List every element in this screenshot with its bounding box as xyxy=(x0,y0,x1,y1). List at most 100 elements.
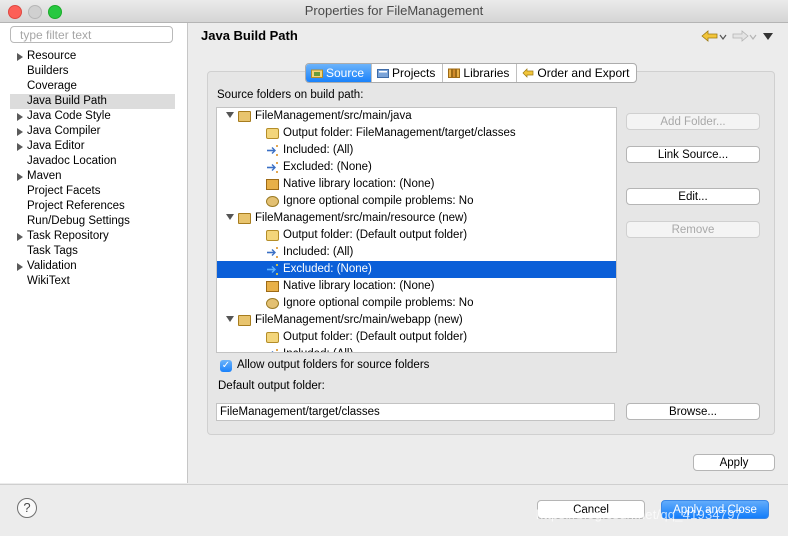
tree-row[interactable]: Native library location: (None) xyxy=(217,176,616,193)
sidebar-item-label: Java Compiler xyxy=(27,125,101,137)
sidebar-item[interactable]: Java Build Path xyxy=(10,94,175,109)
tree-row-label: FileManagement/src/main/resource (new) xyxy=(255,212,468,224)
ignore-problems-icon xyxy=(266,196,279,207)
tree-row[interactable]: Included: (All) xyxy=(217,142,616,159)
native-library-icon xyxy=(266,281,279,292)
apply-button[interactable]: Apply xyxy=(693,454,775,471)
cancel-button[interactable]: Cancel xyxy=(537,500,645,519)
tree-row[interactable]: Ignore optional compile problems: No xyxy=(217,295,616,312)
source-folders-label: Source folders on build path: xyxy=(217,89,364,101)
chevron-down-icon[interactable] xyxy=(719,34,727,40)
expand-arrow-icon[interactable] xyxy=(17,173,23,181)
sidebar-item[interactable]: Java Code Style xyxy=(10,109,175,124)
package-folder-icon xyxy=(238,213,251,224)
tree-row[interactable]: Included: (All) xyxy=(217,244,616,261)
sidebar-item-label: Validation xyxy=(27,260,77,272)
tree-row[interactable]: Output folder: (Default output folder) xyxy=(217,227,616,244)
filter-input[interactable]: type filter text xyxy=(10,26,173,43)
footer-divider xyxy=(0,484,788,485)
tree-row-label: Output folder: (Default output folder) xyxy=(283,229,468,241)
sidebar-item[interactable]: Task Repository xyxy=(10,229,175,244)
libraries-icon xyxy=(448,68,461,78)
tree-row-label: Ignore optional compile problems: No xyxy=(283,297,474,309)
source-folder-icon xyxy=(311,69,323,78)
tree-row-label: Native library location: (None) xyxy=(283,280,435,292)
tree-row[interactable]: FileManagement/src/main/resource (new) xyxy=(217,210,616,227)
expand-arrow-icon[interactable] xyxy=(17,53,23,61)
tree-row-label: Native library location: (None) xyxy=(283,178,435,190)
default-output-field[interactable]: FileManagement/target/classes xyxy=(216,403,615,421)
native-library-icon xyxy=(266,179,279,190)
tab-order-export[interactable]: Order and Export xyxy=(517,64,636,82)
sidebar-item-label: Project Facets xyxy=(27,185,101,197)
sidebar-item-label: WikiText xyxy=(27,275,70,287)
sidebar-item[interactable]: WikiText xyxy=(10,274,175,289)
sidebar-item[interactable]: Validation xyxy=(10,259,175,274)
tree-row[interactable]: Excluded: (None) xyxy=(217,261,616,278)
link-source-button[interactable]: Link Source... xyxy=(626,146,760,163)
page-title: Java Build Path xyxy=(201,28,298,43)
arrow-right-icon xyxy=(732,30,749,42)
sidebar-item[interactable]: Project References xyxy=(10,199,175,214)
sidebar-item-label: Coverage xyxy=(27,80,77,92)
package-folder-icon xyxy=(238,111,251,122)
expand-arrow-icon[interactable] xyxy=(17,233,23,241)
tree-row-label: Included: (All) xyxy=(283,144,354,156)
tree-row[interactable]: Ignore optional compile problems: No xyxy=(217,193,616,210)
sidebar-item[interactable]: Task Tags xyxy=(10,244,175,259)
sidebar-item[interactable]: Run/Debug Settings xyxy=(10,214,175,229)
browse-button[interactable]: Browse... xyxy=(626,403,760,420)
collapse-arrow-icon[interactable] xyxy=(226,112,234,118)
sidebar-item[interactable]: Resource xyxy=(10,49,175,64)
help-icon[interactable]: ? xyxy=(17,498,37,518)
tree-row-label: FileManagement/src/main/webapp (new) xyxy=(255,314,463,326)
sidebar-item[interactable]: Builders xyxy=(10,64,175,79)
tab-bar: Source Projects Libraries Order and Expo… xyxy=(305,63,638,83)
arrow-left-icon[interactable] xyxy=(701,30,719,42)
tab-label: Projects xyxy=(392,66,436,80)
view-menu-icon[interactable] xyxy=(763,33,774,41)
output-folder-icon xyxy=(266,332,279,343)
tree-row[interactable]: Output folder: FileManagement/target/cla… xyxy=(217,125,616,142)
tree-row-label: FileManagement/src/main/java xyxy=(255,110,412,122)
tab-source[interactable]: Source xyxy=(306,64,373,82)
sidebar-item[interactable]: Java Compiler xyxy=(10,124,175,139)
collapse-arrow-icon[interactable] xyxy=(226,214,234,220)
allow-output-label: Allow output folders for source folders xyxy=(237,359,430,371)
tree-row[interactable]: FileManagement/src/main/webapp (new) xyxy=(217,312,616,329)
inclusion-filter-icon xyxy=(266,145,279,156)
tab-libraries[interactable]: Libraries xyxy=(443,64,518,82)
expand-arrow-icon[interactable] xyxy=(17,128,23,136)
collapse-arrow-icon[interactable] xyxy=(226,316,234,322)
window-title: Properties for FileManagement xyxy=(304,3,484,18)
sidebar-item[interactable]: Coverage xyxy=(10,79,175,94)
tree-row[interactable]: FileManagement/src/main/java xyxy=(217,108,616,125)
tree-row-label: Output folder: (Default output folder) xyxy=(283,331,468,343)
sidebar-item[interactable]: Java Editor xyxy=(10,139,175,154)
remove-button[interactable]: Remove xyxy=(626,221,760,238)
tree-row-label: Excluded: (None) xyxy=(283,161,372,173)
expand-arrow-icon[interactable] xyxy=(17,113,23,121)
allow-output-checkbox[interactable]: ✓ xyxy=(220,360,232,372)
sidebar-item[interactable]: Maven xyxy=(10,169,175,184)
sidebar-item[interactable]: Javadoc Location xyxy=(10,154,175,169)
sidebar-item-label: Task Tags xyxy=(27,245,78,257)
source-folder-tree[interactable]: FileManagement/src/main/java Output folde… xyxy=(216,107,617,353)
projects-icon xyxy=(377,69,390,78)
expand-arrow-icon[interactable] xyxy=(17,143,23,151)
title-bar: Properties for FileManagement xyxy=(0,0,788,23)
add-folder-button[interactable]: Add Folder... xyxy=(626,113,760,130)
sidebar-item[interactable]: Project Facets xyxy=(10,184,175,199)
tree-row-label: Output folder: FileManagement/target/cla… xyxy=(283,127,516,139)
tree-row[interactable]: Native library location: (None) xyxy=(217,278,616,295)
tree-row[interactable]: Excluded: (None) xyxy=(217,159,616,176)
tree-row[interactable]: Included: (All) xyxy=(217,346,616,352)
tab-projects[interactable]: Projects xyxy=(372,64,444,82)
tree-row[interactable]: Output folder: (Default output folder) xyxy=(217,329,616,346)
tree-row-label: Ignore optional compile problems: No xyxy=(283,195,474,207)
apply-and-close-button[interactable]: Apply and Close xyxy=(661,500,769,519)
inclusion-filter-icon xyxy=(266,247,279,258)
expand-arrow-icon[interactable] xyxy=(17,263,23,271)
sidebar-item-label: Task Repository xyxy=(27,230,109,242)
edit-button[interactable]: Edit... xyxy=(626,188,760,205)
